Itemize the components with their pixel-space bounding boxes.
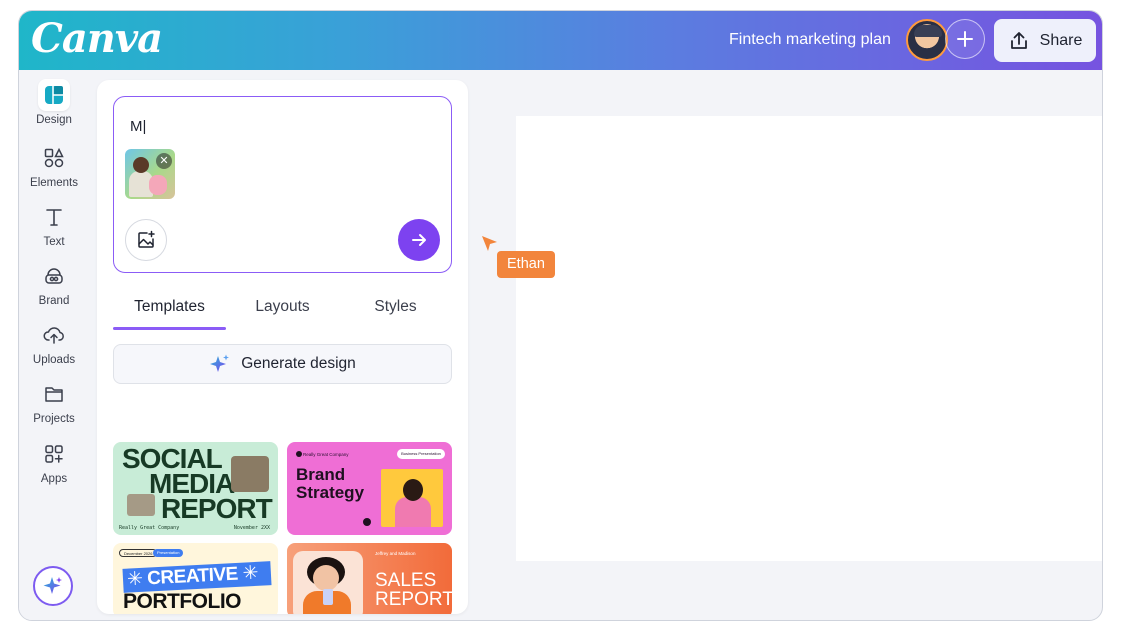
elements-icon <box>38 142 70 174</box>
generate-design-label: Generate design <box>241 355 356 372</box>
tab-templates[interactable]: Templates <box>113 292 226 330</box>
tab-layouts[interactable]: Layouts <box>226 292 339 328</box>
share-label: Share <box>1039 31 1083 49</box>
panel-tabs: Templates Layouts Styles <box>113 292 452 330</box>
top-bar: Canva Fintech marketing plan Share <box>19 11 1102 70</box>
thumb-figure <box>149 175 167 195</box>
add-image-button[interactable] <box>125 219 167 261</box>
template-tag: Presentation <box>153 549 184 557</box>
share-button[interactable]: Share <box>994 19 1096 62</box>
rail-item-elements[interactable]: Elements <box>19 142 89 189</box>
template-photo <box>381 469 443 527</box>
rail-item-brand[interactable]: Brand <box>19 260 89 307</box>
photo-head <box>313 565 339 591</box>
template-photo <box>293 551 363 614</box>
document-title[interactable]: Fintech marketing plan <box>729 31 891 49</box>
rail-item-text[interactable]: Text <box>19 201 89 248</box>
rail-label: Brand <box>38 295 70 307</box>
template-title-line: Brand <box>296 465 346 484</box>
submit-prompt-button[interactable] <box>398 219 440 261</box>
template-card-creative-portfolio[interactable]: December 2026 Presentation ✳ CREATIVE ✳ … <box>113 543 278 614</box>
tab-styles[interactable]: Styles <box>339 292 452 328</box>
generate-design-button[interactable]: Generate design <box>113 344 452 384</box>
template-footer: Really Great Company <box>119 525 180 531</box>
template-card-social-media-report[interactable]: SOCIAL MEDIA REPORT Really Great Company… <box>113 442 278 535</box>
thumb-head <box>133 157 149 173</box>
invite-button[interactable] <box>945 19 985 59</box>
template-small-text: Really Great Company <box>303 452 349 457</box>
template-small-text: Jeffrey and Madison <box>375 551 416 556</box>
template-title-line: Strategy <box>296 483 365 502</box>
rail-label: Projects <box>33 413 75 425</box>
sparkle-icon <box>210 354 230 372</box>
template-dot <box>363 518 371 526</box>
add-image-icon <box>138 230 155 248</box>
design-canvas[interactable] <box>516 116 1102 561</box>
attached-image-thumbnail[interactable]: ✕ <box>125 149 175 199</box>
template-card-sales-report[interactable]: Jeffrey and Madison SALES REPORT <box>287 543 452 614</box>
design-panel: M| ✕ Templates Layouts Styles Generate d… <box>97 80 468 614</box>
template-photo <box>127 494 155 516</box>
share-icon <box>1010 31 1027 49</box>
collaborator-cursor-icon <box>482 236 497 251</box>
remove-image-icon[interactable]: ✕ <box>156 153 172 169</box>
arrow-right-icon <box>412 234 426 246</box>
template-title: PORTFOLIO <box>123 590 242 613</box>
uploads-icon <box>38 319 70 351</box>
rail-item-design[interactable]: Design <box>19 79 89 126</box>
projects-icon <box>38 378 70 410</box>
template-title: REPORT <box>161 493 273 524</box>
template-title: REPORT <box>375 589 452 610</box>
rail-label: Apps <box>40 473 68 485</box>
design-icon <box>38 79 70 111</box>
plus-icon <box>957 31 973 47</box>
canva-logo[interactable]: Canva <box>31 15 163 62</box>
template-footer: November 2XX <box>233 525 270 531</box>
app-window: Canva Fintech marketing plan Share Desig… <box>18 10 1103 621</box>
magic-assistant-button[interactable] <box>33 566 73 606</box>
rail-item-projects[interactable]: Projects <box>19 378 89 425</box>
photo-head <box>403 479 423 501</box>
template-title: SALES <box>375 570 437 591</box>
collaborator-name-tag: Ethan <box>497 251 555 278</box>
rail-label: Text <box>43 236 65 248</box>
user-avatar[interactable] <box>906 19 948 61</box>
apps-icon <box>38 438 70 470</box>
template-photo <box>231 456 269 492</box>
template-dot <box>296 451 302 457</box>
photo-figure <box>395 497 431 527</box>
photo-phone <box>323 589 333 605</box>
side-rail: Design Elements Text Brand Uploads Proje… <box>19 70 89 620</box>
rail-label: Design <box>36 114 72 126</box>
template-title: Brand Strategy <box>296 466 364 502</box>
sparkle-icon <box>43 577 62 594</box>
template-pill: Business Presentation <box>397 449 445 459</box>
rail-label: Elements <box>30 177 78 189</box>
text-icon <box>38 201 70 233</box>
template-date: December 2026 <box>119 549 158 557</box>
rail-item-apps[interactable]: Apps <box>19 438 89 485</box>
prompt-input[interactable]: M| ✕ <box>113 96 452 273</box>
rail-item-uploads[interactable]: Uploads <box>19 319 89 366</box>
avatar-cap <box>914 25 942 37</box>
rail-label: Uploads <box>32 354 76 366</box>
template-title: ✳ CREATIVE ✳ <box>126 562 259 591</box>
prompt-text[interactable]: M| <box>130 118 146 135</box>
brand-icon <box>38 260 70 292</box>
template-card-brand-strategy[interactable]: Really Great Company Business Presentati… <box>287 442 452 535</box>
